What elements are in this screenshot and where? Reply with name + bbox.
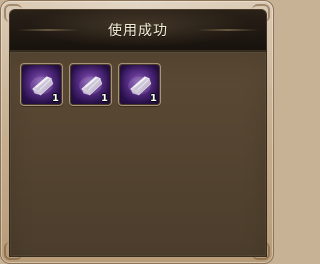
- dialog-header: 使用成功: [9, 9, 267, 51]
- item-slot[interactable]: 1: [118, 63, 161, 106]
- dialog-title: 使用成功: [108, 23, 168, 39]
- item-count: 1: [150, 93, 157, 104]
- success-dialog: 使用成功 1 1 1: [0, 0, 274, 264]
- item-count: 1: [101, 93, 108, 104]
- item-slot[interactable]: 1: [69, 63, 112, 106]
- item-slot-list: 1 1 1: [20, 63, 161, 106]
- item-panel: 1 1 1: [9, 51, 267, 257]
- item-count: 1: [52, 93, 59, 104]
- item-slot[interactable]: 1: [20, 63, 63, 106]
